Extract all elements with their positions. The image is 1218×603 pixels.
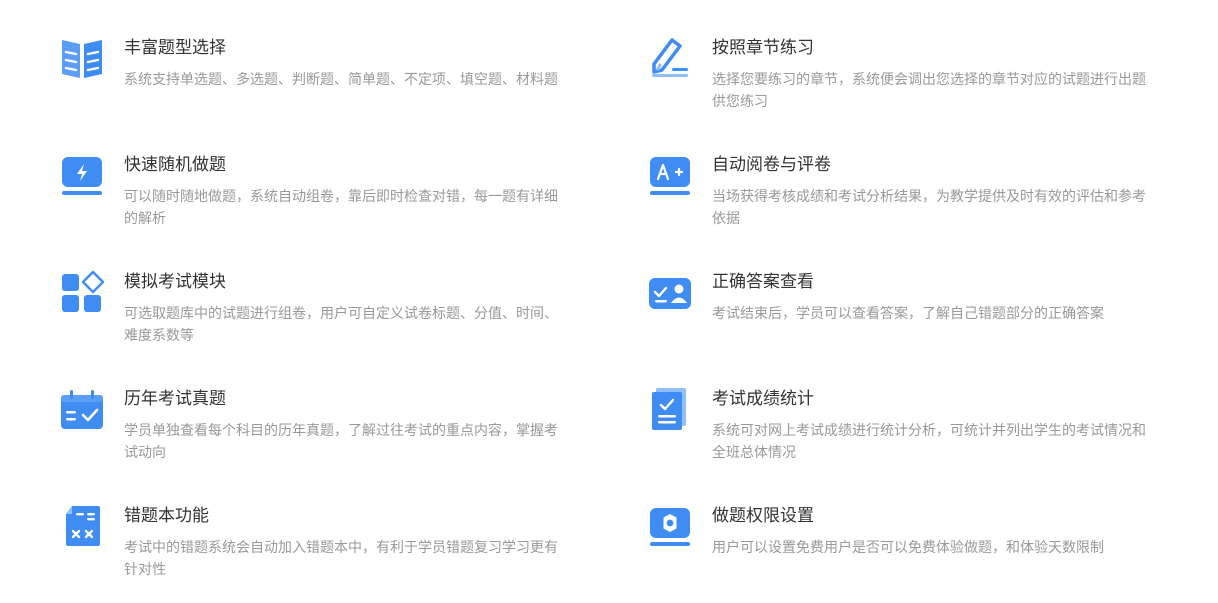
feature-item: 按照章节练习 选择您要练习的章节，系统便会调出您选择的章节对应的试题进行出题供您… bbox=[648, 36, 1146, 132]
feature-title: 丰富题型选择 bbox=[124, 38, 226, 58]
feature-item: 做题权限设置 用户可以设置免费用户是否可以免费体验做题，和体验天数限制 bbox=[648, 504, 1118, 600]
feature-grid: 丰富题型选择 系统支持单选题、多选题、判断题、简单题、不定项、填空题、材料题 按… bbox=[0, 0, 1218, 603]
feature-description: 系统可对网上考试成绩进行统计分析，可统计并列出学生的考试情况和全班总体情况 bbox=[712, 423, 1146, 461]
feature-title: 历年考试真题 bbox=[124, 389, 226, 409]
feature-title: 模拟考试模块 bbox=[124, 272, 226, 292]
modules-icon bbox=[60, 270, 104, 314]
feature-item: 快速随机做题 可以随时随地做题，系统自动组卷，靠后即时检查对错，每一题有详细的解… bbox=[60, 153, 558, 249]
feature-title: 按照章节练习 bbox=[712, 38, 814, 58]
answer-card-icon bbox=[648, 270, 692, 314]
calculator-icon bbox=[60, 504, 104, 548]
feature-item: 模拟考试模块 可选取题库中的试题进行组卷，用户可自定义试卷标题、分值、时间、难度… bbox=[60, 270, 558, 366]
feature-title: 错题本功能 bbox=[124, 506, 209, 526]
settings-gear-icon bbox=[648, 504, 692, 548]
feature-title: 考试成绩统计 bbox=[712, 389, 814, 409]
feature-item: 历年考试真题 学员单独查看每个科目的历年真题，了解过往考试的重点内容，掌握考试动… bbox=[60, 387, 558, 483]
feature-item: 正确答案查看 考试结束后，学员可以查看答案，了解自己错题部分的正确答案 bbox=[648, 270, 1118, 366]
feature-item: 考试成绩统计 系统可对网上考试成绩进行统计分析，可统计并列出学生的考试情况和全班… bbox=[648, 387, 1146, 483]
feature-description: 当场获得考核成绩和考试分析结果，为教学提供及时有效的评估和参考依据 bbox=[712, 189, 1146, 227]
feature-description: 考试结束后，学员可以查看答案，了解自己错题部分的正确答案 bbox=[712, 306, 1104, 322]
feature-description: 可以随时随地做题，系统自动组卷，靠后即时检查对错，每一题有详细的解析 bbox=[124, 189, 558, 227]
feature-description: 系统支持单选题、多选题、判断题、简单题、不定项、填空题、材料题 bbox=[124, 72, 558, 88]
feature-title: 自动阅卷与评卷 bbox=[712, 155, 831, 175]
feature-description: 用户可以设置免费用户是否可以免费体验做题，和体验天数限制 bbox=[712, 540, 1104, 556]
grade-a-plus-icon bbox=[648, 153, 692, 197]
checklist-document-icon bbox=[648, 387, 692, 431]
feature-description: 选择您要练习的章节，系统便会调出您选择的章节对应的试题进行出题供您练习 bbox=[712, 72, 1146, 110]
lightning-monitor-icon bbox=[60, 153, 104, 197]
book-icon bbox=[60, 36, 104, 80]
pen-icon bbox=[648, 36, 692, 80]
feature-description: 考试中的错题系统会自动加入错题本中，有利于学员错题复习学习更有针对性 bbox=[124, 540, 558, 578]
feature-title: 做题权限设置 bbox=[712, 506, 814, 526]
feature-title: 正确答案查看 bbox=[712, 272, 814, 292]
feature-title: 快速随机做题 bbox=[124, 155, 226, 175]
calendar-check-icon bbox=[60, 387, 104, 431]
feature-item: 自动阅卷与评卷 当场获得考核成绩和考试分析结果，为教学提供及时有效的评估和参考依… bbox=[648, 153, 1146, 249]
feature-item: 丰富题型选择 系统支持单选题、多选题、判断题、简单题、不定项、填空题、材料题 bbox=[60, 36, 558, 132]
feature-item: 错题本功能 考试中的错题系统会自动加入错题本中，有利于学员错题复习学习更有针对性 bbox=[60, 504, 558, 600]
feature-description: 学员单独查看每个科目的历年真题，了解过往考试的重点内容，掌握考试动向 bbox=[124, 423, 558, 461]
feature-description: 可选取题库中的试题进行组卷，用户可自定义试卷标题、分值、时间、难度系数等 bbox=[124, 306, 558, 344]
